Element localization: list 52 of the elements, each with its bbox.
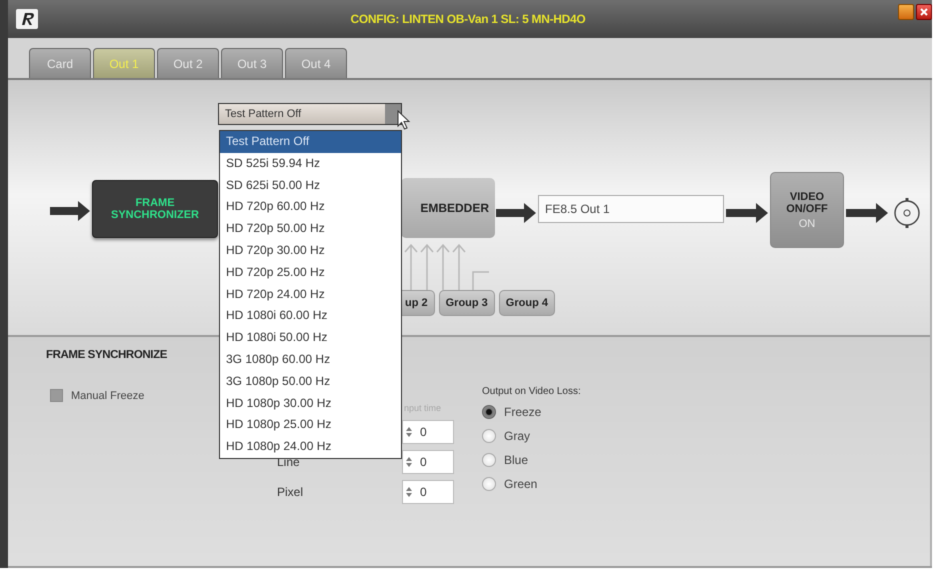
group-button[interactable]: up 2 [401,290,435,316]
spinner-arrows-icon [406,427,412,437]
dropdown-option[interactable]: HD 720p 50.00 Hz [220,218,401,240]
close-button[interactable] [916,4,932,20]
dropdown-option[interactable]: SD 625i 50.00 Hz [220,174,401,196]
dropdown-option[interactable]: HD 720p 25.00 Hz [220,262,401,284]
radio-label: Blue [504,453,528,467]
arrow-icon [496,202,536,224]
spinner-arrows-icon [406,457,412,467]
dropdown-option[interactable]: HD 1080i 60.00 Hz [220,305,401,328]
dropdown-option[interactable]: HD 720p 24.00 Hz [220,284,401,306]
radio-button[interactable] [482,453,496,467]
dropdown-option[interactable]: 3G 1080p 50.00 Hz [220,370,401,393]
dropdown-option[interactable]: HD 1080p 30.00 Hz [220,392,401,414]
source-name-field[interactable]: FE8.5 Out 1 [538,195,724,223]
dropdown-option[interactable]: HD 1080p 24.00 Hz [220,436,401,458]
radio-button[interactable] [482,429,496,443]
dropdown-option[interactable]: SD 525i 59.94 Hz [220,152,401,175]
spinner-field[interactable]: 0 [402,420,454,444]
minimize-button[interactable] [898,4,914,20]
video-switch-block[interactable]: VIDEO ON/OFF ON [770,172,844,248]
arrow-icon [726,202,768,224]
spinner-field[interactable]: 0 [402,450,454,474]
arrow-icon [846,202,888,224]
dropdown-option[interactable]: HD 1080i 50.00 Hz [220,327,401,349]
dropdown-option[interactable]: HD 720p 30.00 Hz [220,240,401,262]
frame-synchronizer-block[interactable]: FRAME SYNCHRONIZER [92,180,218,238]
field-label: Pixel [276,485,304,499]
dropdown-option[interactable]: HD 1080p 25.00 Hz [220,414,401,436]
dropdown-option[interactable]: 3G 1080p 60.00 Hz [220,348,401,371]
checkbox-label: Manual Freeze [71,390,144,402]
logo-icon [16,9,38,29]
close-icon [920,8,928,16]
group-button[interactable]: Group 4 [498,290,555,316]
section-heading: FRAME SYNCHRONIZE [46,349,167,361]
dropdown-option[interactable]: HD 720p 60.00 Hz [220,196,401,218]
window-title: CONFIG: LINTEN OB-Van 1 SL: 5 MN-HD4O [350,12,586,26]
group-label: Output on Video Loss: [482,386,581,397]
radio-label: Green [504,477,538,491]
spinner-field[interactable]: 0 [402,480,454,504]
arrow-icon [50,200,90,222]
field-label: Line [276,455,301,469]
radio-label: Freeze [504,405,542,419]
radio-button[interactable] [482,477,496,491]
radio-button[interactable] [482,405,496,419]
checkbox[interactable] [50,389,63,402]
group-button[interactable]: Group 3 [438,290,495,316]
spinner-arrows-icon [406,487,412,497]
dropdown-option[interactable]: Test Pattern Off [220,131,401,153]
cursor-icon [397,110,411,130]
radio-label: Gray [504,429,530,443]
embedder-block[interactable]: EMBEDDER [401,178,495,238]
